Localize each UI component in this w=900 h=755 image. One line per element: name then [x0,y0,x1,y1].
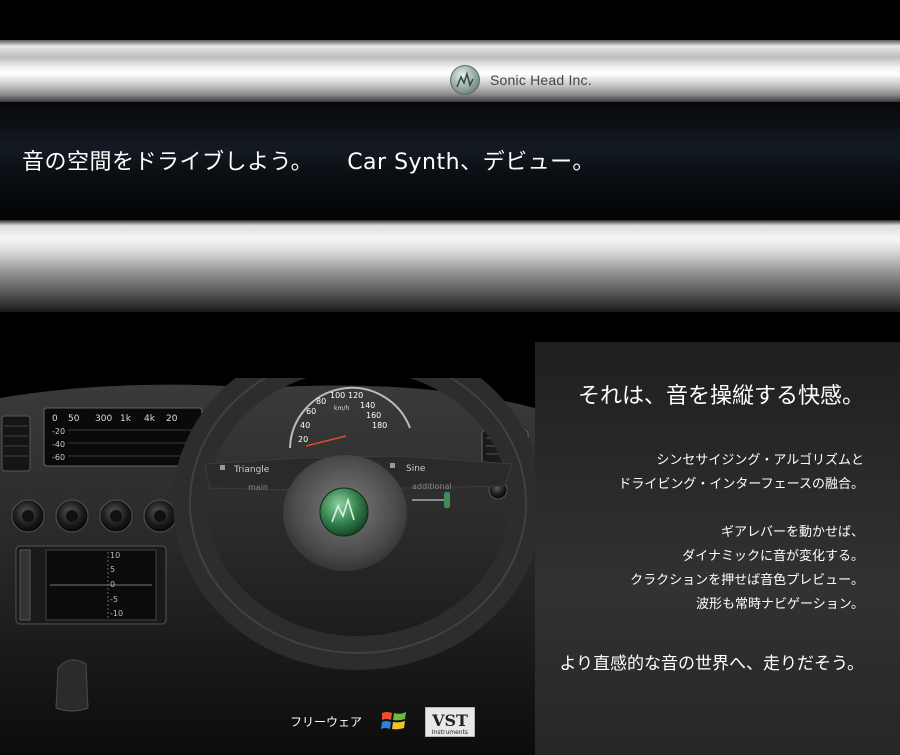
brand[interactable]: Sonic Head Inc. [450,65,592,95]
panel-closing: より直感的な音の世界へ、走りだそう。 [559,654,864,674]
svg-text:10: 10 [110,551,120,560]
vst-line2: Instruments [432,729,468,736]
svg-text:140: 140 [360,401,375,410]
svg-text:additional: additional [412,482,452,491]
svg-text:1k: 1k [120,414,132,424]
svg-text:0: 0 [110,580,115,589]
svg-text:R: R [158,483,164,493]
panel-line: ギアレバーを動かせば、 [720,525,864,540]
svg-text:5: 5 [110,565,115,574]
svg-text:km/h: km/h [334,405,349,412]
svg-text:40: 40 [300,421,310,430]
vst-instruments-logo-icon[interactable]: VST Instruments [425,707,475,737]
svg-text:80: 80 [316,397,326,406]
panel-title: それは、音を操縦する快感。 [577,384,864,409]
chrome-divider-bar [0,220,900,312]
vst-line1: VST [431,711,468,730]
svg-text:-60: -60 [52,453,65,462]
svg-text:Sine: Sine [406,464,426,474]
svg-text:D: D [70,483,77,493]
svg-text:Triangle: Triangle [233,465,270,475]
svg-text:-40: -40 [52,440,65,449]
panel-line: 波形も常時ナビゲーション。 [696,597,864,612]
svg-text:300: 300 [95,414,112,424]
freeware-label: フリーウェア [290,715,363,729]
svg-text:60: 60 [306,407,316,416]
svg-text:180: 180 [372,421,387,430]
panel-line: シンセサイジング・アルゴリズムと [656,453,864,468]
svg-text:0: 0 [52,414,58,424]
svg-text:160: 160 [366,411,381,420]
svg-text:S: S [115,483,121,493]
hero-headline: 音の空間をドライブしよう。 Car Synth、デビュー。 [22,144,595,176]
panel-paragraph-1: シンセサイジング・アルゴリズムと ドライビング・インターフェースの融合。 [618,449,864,497]
svg-text:-10: -10 [110,609,123,618]
svg-text:120: 120 [348,391,363,400]
svg-text:20: 20 [166,414,178,424]
panel-line: クラクションを押せば音色プレビュー。 [630,573,864,588]
panel-line: ダイナミックに音が変化する。 [682,549,864,564]
svg-text:50: 50 [68,414,80,424]
svg-text:-20: -20 [52,427,65,436]
svg-text:-5: -5 [110,595,118,604]
svg-text:4k: 4k [144,414,156,424]
panel-line: ドライビング・インターフェースの融合。 [618,477,864,492]
brand-name: Sonic Head Inc. [490,72,592,88]
sonic-head-logo-icon [450,65,480,95]
windows-logo-icon[interactable] [380,708,408,734]
top-black-band [0,0,900,40]
panel-paragraph-2: ギアレバーを動かせば、 ダイナミックに音が変化する。 クラクションを押せば音色プ… [630,521,864,617]
svg-text:100: 100 [330,391,345,400]
svg-text:A: A [26,483,33,493]
svg-text:20: 20 [298,435,308,444]
svg-text:main: main [248,483,268,492]
car-dashboard-illustration: 0 50 300 1k 4k 20 -20 -40 -60 A D S R 10… [0,378,535,755]
headline-part2: Car Synth、デビュー。 [347,150,595,175]
headline-part1: 音の空間をドライブしよう。 [22,150,314,175]
